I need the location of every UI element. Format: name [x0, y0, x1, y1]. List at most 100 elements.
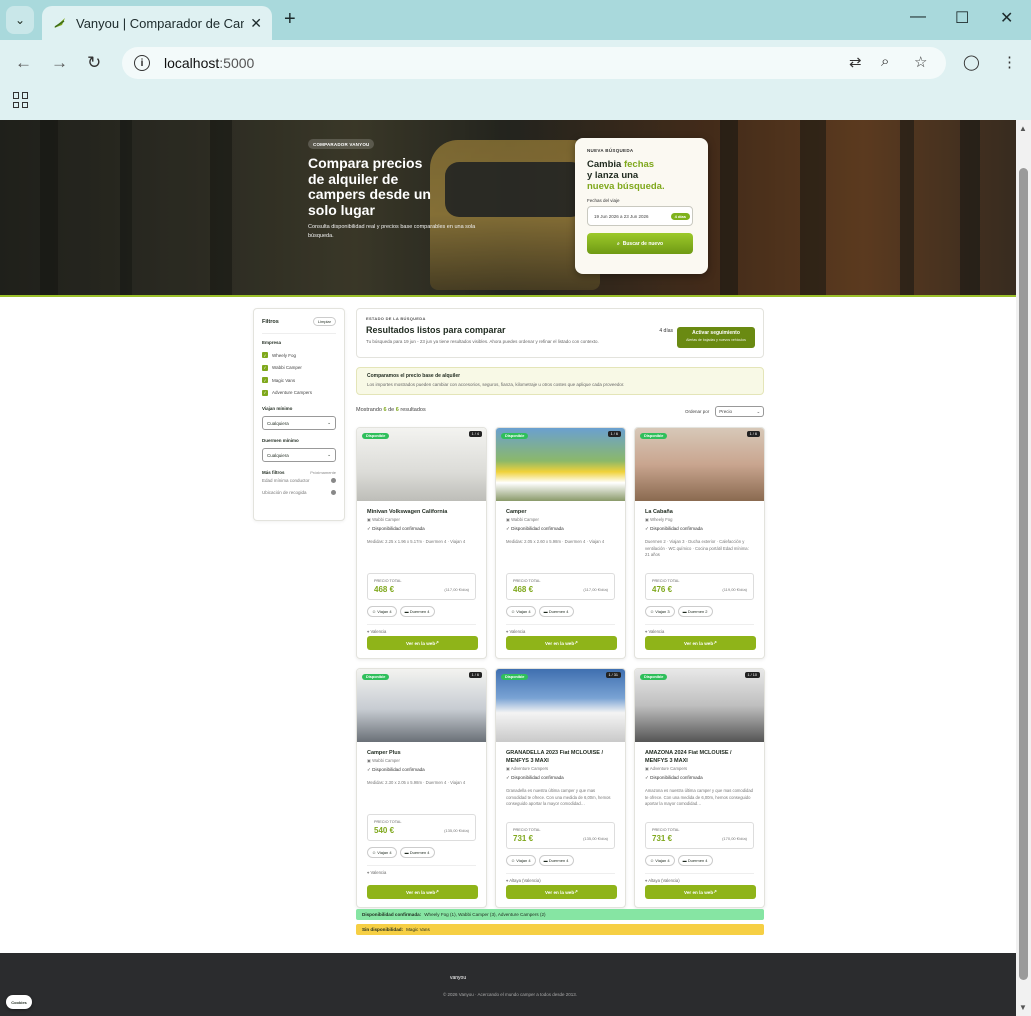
image-counter: 1 / 6 — [468, 672, 482, 678]
availability-badge: Disponible — [501, 433, 529, 439]
vehicle-image[interactable]: Disponible 1 / 6 — [357, 669, 486, 742]
footer: vanyou © 2026 Vanyou · Acercando el mund… — [0, 953, 1016, 1016]
hero-subtitle: Consulta disponibilidad real y precios b… — [308, 224, 476, 239]
apps-grid-icon[interactable] — [13, 92, 29, 108]
vehicle-card: Disponible 1 / 6 Camper Plus ▣ Wabbi Cam… — [356, 668, 487, 908]
vehicle-description: Medidas: 2.25 x 1.96 x 5.17m · Duermen 4… — [367, 539, 466, 544]
cookies-button[interactable]: Cookies — [6, 995, 32, 1009]
close-window-button[interactable]: ✕ — [1000, 8, 1013, 28]
sleep-chip: ▬ Duermen 4 — [538, 855, 574, 866]
back-button[interactable]: ← — [15, 53, 32, 73]
maximize-button[interactable]: ☐ — [955, 8, 969, 28]
external-link-icon: ↗ — [435, 640, 439, 645]
travel-chip: ☺ Viajan 4 — [645, 855, 675, 866]
unavailable-legend: Sin disponibilidad: Magic Vans — [356, 924, 764, 935]
checkbox-icon: ✓ — [262, 377, 268, 384]
company-checkbox[interactable]: ✓ Adventure Campers — [262, 387, 336, 400]
company-checkbox[interactable]: ✓ Wabbi Camper — [262, 362, 336, 375]
price-per-day: (170,00 €/día) — [722, 836, 747, 841]
page-viewport: COMPARADOR VANYOU Compara precios de alq… — [0, 120, 1016, 1016]
view-on-web-button[interactable]: Ver en la web ↗ — [506, 636, 617, 650]
info-icon — [331, 489, 336, 495]
clear-filters-button[interactable]: Limpiar — [312, 317, 336, 326]
view-on-web-button[interactable]: Ver en la web ↗ — [367, 885, 478, 899]
image-counter: 1 / 10 — [744, 672, 760, 678]
travel-chip: ☺ Viajan 4 — [367, 606, 397, 617]
minimize-button[interactable]: — — [910, 8, 926, 26]
vehicle-company: ▣ Wabbi Camper — [367, 758, 400, 763]
close-tab-icon[interactable]: ✕ — [250, 15, 262, 32]
price-box: PRECIO TOTAL 476 € (119,00 €/día) — [645, 573, 754, 600]
price-box: PRECIO TOTAL 468 € (117,00 €/día) — [506, 573, 615, 600]
company-checkbox[interactable]: ✓ Magic Vans — [262, 374, 336, 387]
footer-logo: vanyou — [450, 975, 467, 981]
track-button[interactable]: Activar seguimiento Alertas de bajadas y … — [677, 327, 755, 348]
checkbox-icon: ✓ — [262, 352, 268, 359]
vehicle-company: ▣ Wabbi Camper — [367, 517, 400, 522]
sleep-chip: ▬ Duermen 4 — [677, 855, 713, 866]
view-on-web-button[interactable]: Ver en la web ↗ — [645, 885, 756, 899]
profile-icon[interactable]: ◯ — [963, 53, 980, 71]
price-box: PRECIO TOTAL 540 € (135,00 €/día) — [367, 814, 476, 841]
dates-input[interactable]: 19 Jun 2026 a 23 Jun 2026 4 días — [587, 206, 693, 226]
search-icon: ⌕ — [616, 240, 620, 247]
footer-copyright: © 2026 Vanyou · Acercando el mundo campe… — [442, 992, 578, 997]
bookmark-star-icon[interactable]: ☆ — [914, 53, 927, 71]
vehicle-card: Disponible 1 / 4 Minivan Volkswagen Cali… — [356, 427, 487, 659]
price-box: PRECIO TOTAL 731 € (135,00 €/día) — [506, 822, 615, 849]
search-kicker: NUEVA BÚSQUEDA — [587, 148, 634, 153]
chevron-down-icon: ⌄ — [327, 420, 331, 425]
availability-status: ✓ Disponibilidad confirmada — [645, 526, 703, 531]
image-counter: 1 / 6 — [746, 431, 760, 437]
tab-search-button[interactable]: ⌄ — [6, 6, 34, 34]
travel-chip: ☺ Viajan 4 — [506, 606, 536, 617]
price-note: Comparamos el precio base de alquiler Lo… — [356, 367, 764, 395]
address-bar[interactable]: i localhost:5000 — [122, 47, 946, 79]
search-status-card: ESTADO DE LA BÚSQUEDA Resultados listos … — [356, 308, 764, 358]
view-on-web-button[interactable]: Ver en la web ↗ — [506, 885, 617, 899]
search-again-button[interactable]: ⌕ Buscar de nuevo — [587, 233, 693, 254]
vehicle-name: Minivan Volkswagen California — [367, 509, 448, 515]
company-checkbox[interactable]: ✓ Wheely Fog — [262, 349, 336, 362]
menu-icon[interactable]: ⋮ — [1002, 53, 1017, 71]
view-on-web-button[interactable]: Ver en la web ↗ — [645, 636, 756, 650]
page-scrollbar[interactable]: ▲ ▼ — [1016, 120, 1031, 1016]
vehicle-image[interactable]: Disponible 1 / 4 — [357, 428, 486, 501]
vehicle-image[interactable]: Disponible 1 / 6 — [496, 428, 625, 501]
availability-badge: Disponible — [362, 674, 390, 680]
availability-status: ✓ Disponibilidad confirmada — [367, 526, 425, 531]
scroll-up-icon: ▲ — [1019, 124, 1027, 133]
view-on-web-button[interactable]: Ver en la web ↗ — [367, 636, 478, 650]
forward-button[interactable]: → — [51, 53, 68, 73]
vehicle-image[interactable]: Disponible 1 / 6 — [635, 428, 764, 501]
availability-status: ✓ Disponibilidad confirmada — [645, 775, 703, 780]
vehicle-card: Disponible 1 / 6 Camper ▣ Wabbi Camper ✓… — [495, 427, 626, 659]
scroll-down-icon: ▼ — [1019, 1003, 1027, 1012]
travel-chip: ☺ Viajan 3 — [645, 606, 675, 617]
vehicle-description: Duermen 2 · Viajan 3 · Ducha exterior · … — [645, 539, 749, 557]
travel-select[interactable]: Cualquiera ⌄ — [262, 416, 336, 430]
reload-button[interactable]: ↻ — [87, 53, 101, 73]
zoom-icon[interactable]: ⌕ — [881, 53, 889, 70]
vehicle-location: ⌖ Altaya (Valencia) — [506, 873, 615, 883]
vehicle-image[interactable]: Disponible 1 / 31 — [496, 669, 625, 742]
filter-option: Edad mínima conductor — [262, 475, 336, 487]
vehicle-image[interactable]: Disponible 1 / 10 — [635, 669, 764, 742]
scrollbar-thumb[interactable] — [1019, 168, 1028, 980]
filters-panel: Filtros Limpiar Empresa ✓ Wheely Fog ✓ Wabb… — [253, 308, 345, 521]
sort-select[interactable]: Precio ⌄ — [715, 406, 765, 417]
browser-tab[interactable]: Vanyou | Comparador de Camp ✕ — [42, 6, 272, 40]
filter-option: Ubicación de recogida — [262, 487, 336, 499]
availability-badge: Disponible — [501, 674, 529, 680]
external-link-icon: ↗ — [574, 640, 578, 645]
travel-chip: ☺ Viajan 4 — [367, 847, 397, 858]
note-title: Comparamos el precio base de alquiler — [367, 373, 461, 379]
external-link-icon: ↗ — [435, 889, 439, 894]
sleep-select[interactable]: Cualquiera ⌄ — [262, 448, 336, 462]
translate-icon[interactable]: ⇄ — [849, 53, 862, 71]
availability-status: ✓ Disponibilidad confirmada — [506, 775, 564, 780]
new-tab-button[interactable]: + — [284, 8, 296, 31]
tab-title: Vanyou | Comparador de Camp — [76, 15, 245, 31]
site-info-icon[interactable]: i — [134, 55, 150, 71]
price-label: PRECIO TOTAL — [374, 579, 402, 583]
